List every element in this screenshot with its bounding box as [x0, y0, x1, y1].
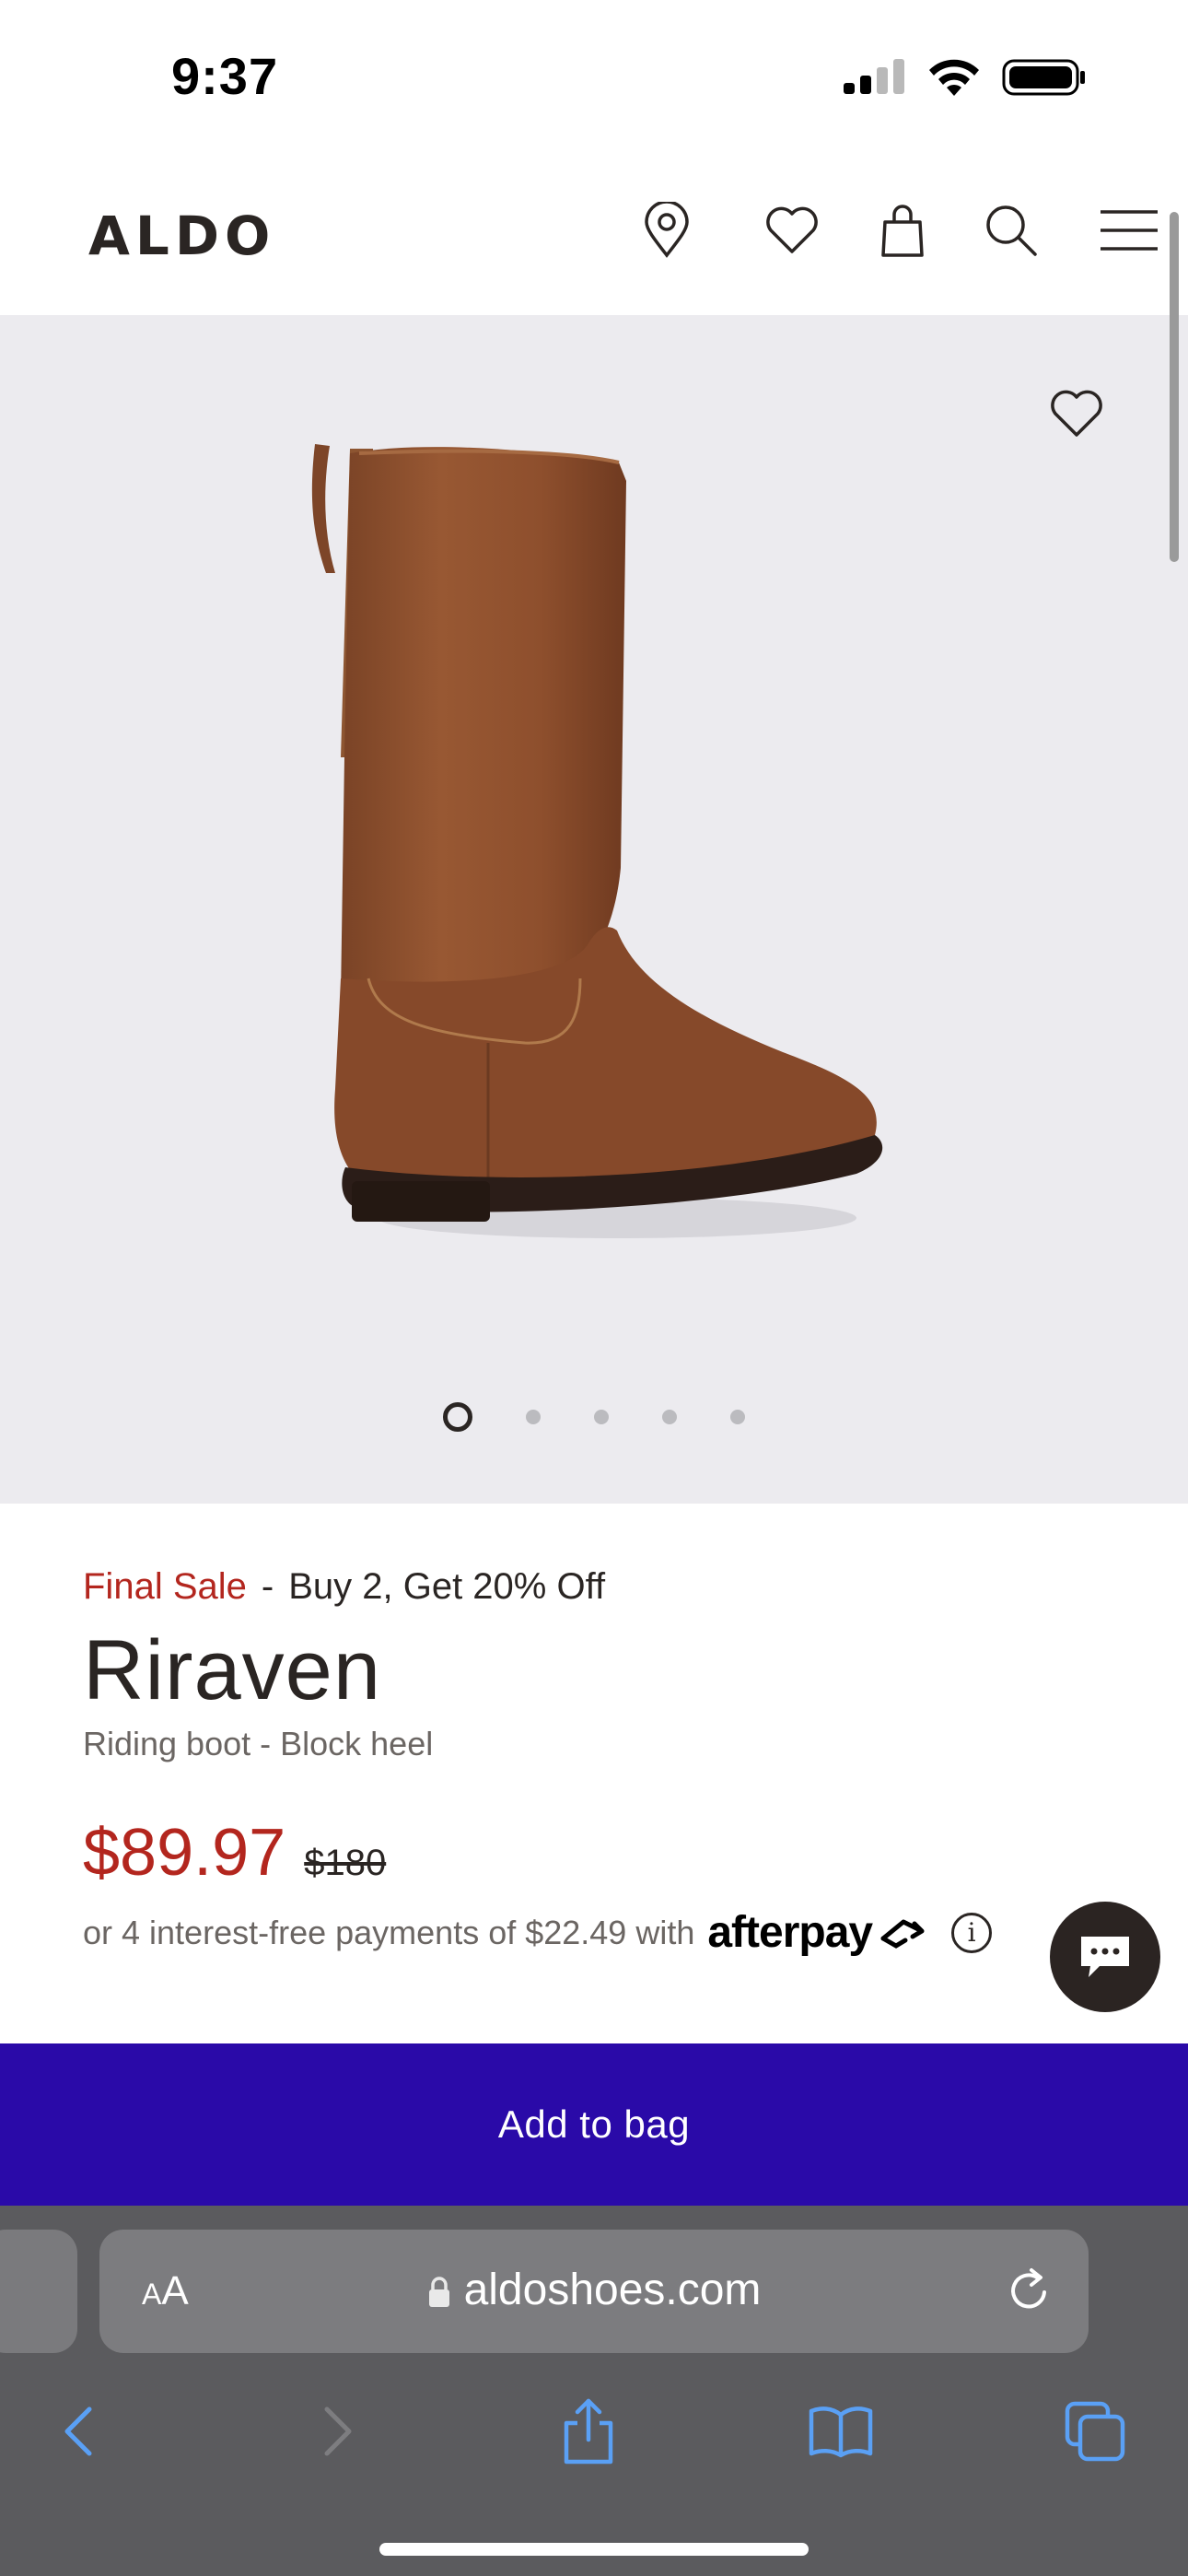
carousel-dot-5[interactable]: [730, 1410, 745, 1424]
share-icon[interactable]: [547, 2390, 630, 2473]
safari-toolbar: AA aldoshoes.com: [0, 2206, 1188, 2576]
back-arrow-icon[interactable]: [37, 2390, 120, 2473]
product-image-riding-boot: [311, 444, 883, 1238]
original-price: $180: [304, 1843, 387, 1883]
cellular-signal-icon: [844, 59, 904, 94]
product-info: Final Sale - Buy 2, Get 20% Off Riraven …: [83, 1566, 1114, 1958]
promo-row: Final Sale - Buy 2, Get 20% Off: [83, 1566, 1114, 1608]
product-name: Riraven: [83, 1623, 382, 1717]
battery-icon: [1002, 59, 1085, 96]
promo-separator: -: [261, 1566, 274, 1607]
sale-price: $89.97: [83, 1816, 286, 1890]
site-header: ALDO: [0, 157, 1188, 315]
tabs-overview-icon[interactable]: [1054, 2390, 1136, 2473]
wishlist-heart-icon[interactable]: [759, 197, 825, 263]
reload-icon[interactable]: [1004, 2265, 1055, 2316]
home-indicator: [379, 2543, 809, 2556]
status-icons: [842, 57, 1087, 98]
afterpay-logo: afterpay: [707, 1907, 929, 1958]
price-row: $89.97 $180: [83, 1815, 1114, 1891]
carousel-dot-3[interactable]: [594, 1410, 609, 1424]
product-subtitle: Riding boot - Block heel: [83, 1725, 434, 1762]
afterpay-arrows-icon: [880, 1919, 925, 1949]
carousel-dot-1[interactable]: [443, 1402, 472, 1432]
afterpay-brand-text: afterpay: [707, 1908, 873, 1957]
status-time: 9:37: [171, 47, 279, 105]
carousel-pagination: [0, 1402, 1188, 1432]
final-sale-label: Final Sale: [83, 1566, 247, 1607]
add-to-wishlist-heart-icon[interactable]: [1046, 383, 1107, 444]
previous-tab-preview[interactable]: [0, 2230, 77, 2353]
shopping-bag-icon[interactable]: [869, 197, 936, 263]
aldo-logo[interactable]: ALDO: [88, 205, 275, 267]
carousel-dot-4[interactable]: [662, 1410, 677, 1424]
lock-icon: [428, 2277, 449, 2308]
carousel-dot-2[interactable]: [526, 1410, 541, 1424]
url-display[interactable]: aldoshoes.com: [99, 2265, 1089, 2315]
browser-nav-toolbar: [0, 2381, 1188, 2491]
page-scrollbar[interactable]: [1170, 212, 1179, 562]
promo-text: Buy 2, Get 20% Off: [288, 1566, 606, 1607]
chat-bubble-icon[interactable]: [1050, 1902, 1160, 2012]
installments-text: or 4 interest-free payments of $22.49 wi…: [83, 1913, 695, 1951]
address-bar[interactable]: AA aldoshoes.com: [99, 2230, 1089, 2353]
afterpay-row: or 4 interest-free payments of $22.49 wi…: [83, 1907, 1114, 1958]
add-to-bag-button[interactable]: Add to bag: [0, 2043, 1188, 2206]
wifi-icon: [929, 59, 979, 96]
hamburger-menu-icon[interactable]: [1096, 197, 1162, 263]
bookmarks-icon[interactable]: [799, 2390, 882, 2473]
store-locator-icon[interactable]: [634, 197, 700, 263]
forward-arrow-icon: [297, 2390, 379, 2473]
afterpay-info-icon[interactable]: i: [951, 1912, 993, 1953]
search-icon[interactable]: [978, 197, 1044, 263]
status-bar: 9:37: [0, 0, 1188, 157]
product-image-carousel[interactable]: [0, 315, 1188, 1504]
url-text: aldoshoes.com: [463, 2266, 762, 2314]
